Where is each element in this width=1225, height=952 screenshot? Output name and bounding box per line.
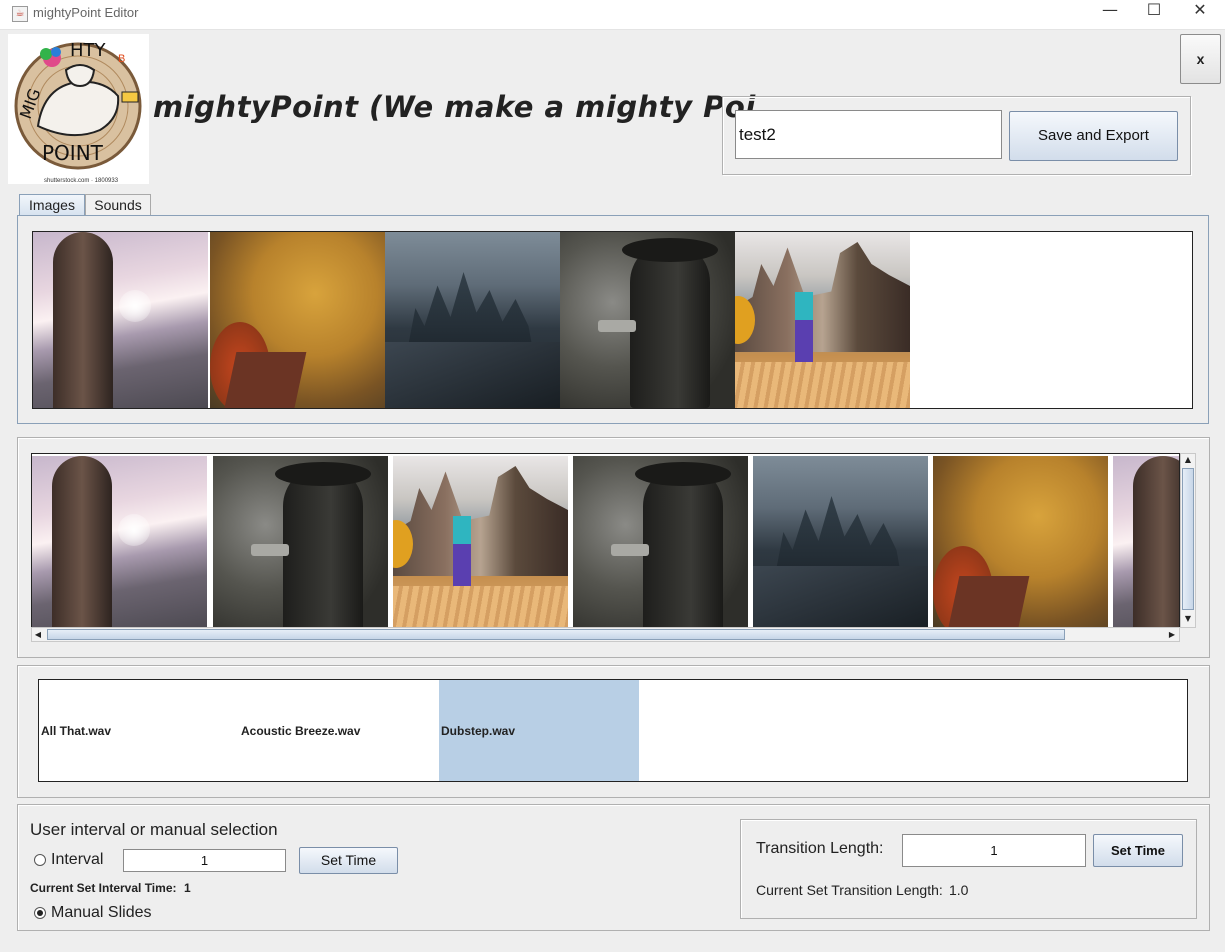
slide-7[interactable] [1113,456,1179,628]
transition-length-label: Transition Length: [756,840,884,857]
slide-1[interactable] [32,456,207,628]
interval-input[interactable] [123,849,286,872]
image-library-strip [32,231,1193,409]
slides-vertical-scrollbar[interactable]: ▲ ▼ [1180,453,1196,628]
sound-item[interactable]: All That.wav [39,680,239,781]
current-transition-value: 1.0 [949,882,969,898]
transition-length-input[interactable] [902,834,1086,867]
slide-timeline-strip [31,453,1180,629]
sound-item[interactable]: Acoustic Breeze.wav [239,680,439,781]
app-heading: mightyPoint (We make a mighty Poi... [153,90,791,124]
library-image-1[interactable] [33,232,208,408]
set-interval-button[interactable]: Set Time [299,847,398,874]
scroll-left-icon[interactable]: ◀ [32,629,44,641]
scroll-up-icon[interactable]: ▲ [1182,454,1194,466]
set-transition-button[interactable]: Set Time [1093,834,1183,867]
current-interval-value: 1 [184,881,191,895]
library-image-5[interactable] [735,232,910,408]
svg-text:shutterstock.com · 1800933: shutterstock.com · 1800933 [44,178,119,184]
manual-slides-label[interactable]: Manual Slides [51,904,152,922]
library-image-2[interactable] [210,232,385,408]
mightypoint-logo: B MIG HTY POINT shutterstock.com · 18009… [8,34,149,184]
tab-sounds[interactable]: Sounds [85,194,151,216]
slide-3[interactable] [393,456,568,628]
svg-text:POINT: POINT [42,141,104,165]
library-image-3[interactable] [385,232,560,408]
horizontal-scroll-thumb[interactable] [47,629,1065,640]
project-name-input[interactable] [735,110,1002,159]
sound-track-strip: All That.wav Acoustic Breeze.wav Dubstep… [38,679,1188,782]
slides-horizontal-scrollbar[interactable]: ◀ ▶ [31,627,1180,642]
slide-6[interactable] [933,456,1108,628]
current-transition-label: Current Set Transition Length: [756,882,943,898]
java-app-icon: ☕ [12,6,28,22]
window-title: mightyPoint Editor [33,5,139,20]
timing-heading: User interval or manual selection [30,820,278,839]
current-interval-label: Current Set Interval Time: [30,881,177,895]
slide-4[interactable] [573,456,748,628]
svg-text:HTY: HTY [70,40,107,61]
vertical-scroll-thumb[interactable] [1182,468,1194,610]
title-bar: ☕ mightyPoint Editor — ☐ ✕ [0,0,1225,30]
svg-text:B: B [118,53,125,65]
sound-item-selected[interactable]: Dubstep.wav [439,680,639,781]
save-and-export-button[interactable]: Save and Export [1009,111,1178,161]
slide-5[interactable] [753,456,928,628]
interval-radio[interactable] [34,854,46,866]
interval-label[interactable]: Interval [51,851,103,869]
close-window-button[interactable]: ✕ [1177,0,1223,30]
scroll-right-icon[interactable]: ▶ [1166,629,1178,641]
manual-slides-radio[interactable] [34,907,46,919]
minimize-button[interactable]: — [1087,0,1133,30]
close-editor-button[interactable]: x [1180,34,1221,84]
slide-2[interactable] [213,456,388,628]
tab-images[interactable]: Images [19,194,85,216]
scroll-down-icon[interactable]: ▼ [1182,613,1194,625]
maximize-button[interactable]: ☐ [1131,0,1177,30]
library-image-4[interactable] [560,232,735,408]
